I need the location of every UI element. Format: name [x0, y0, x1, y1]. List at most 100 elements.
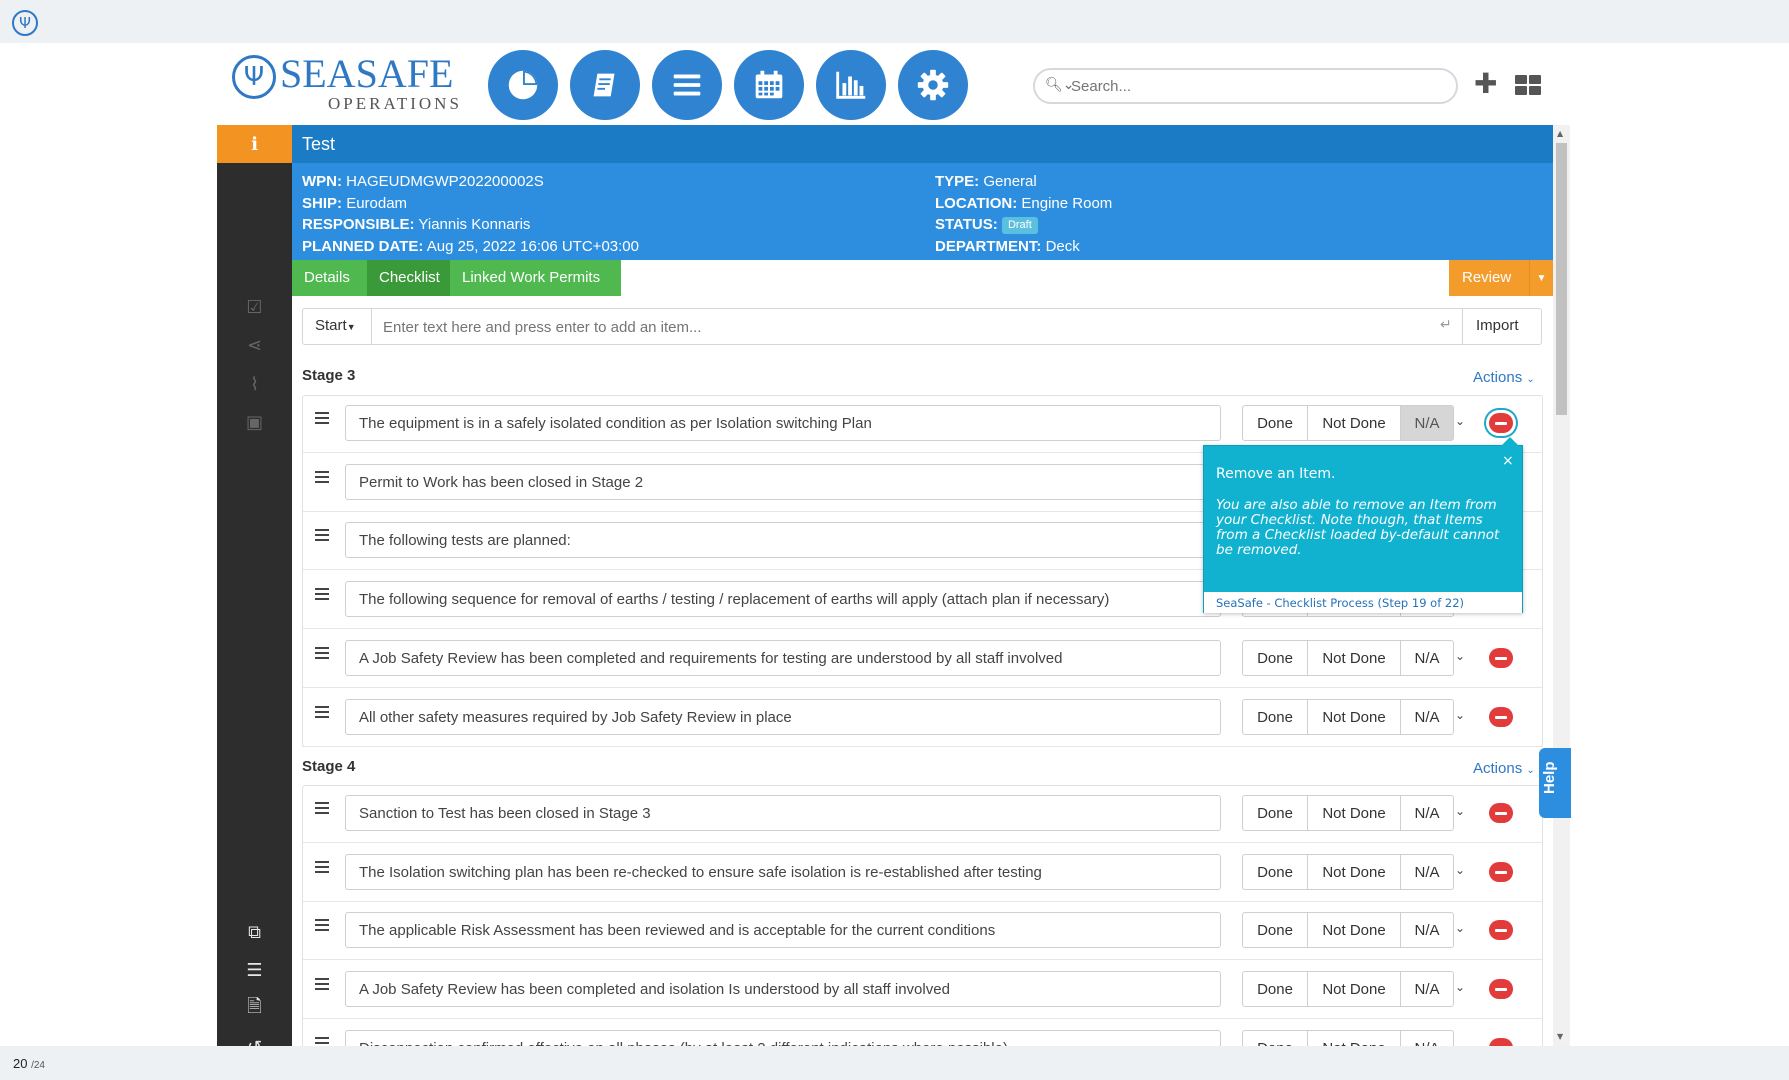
tab-details[interactable]: Details [292, 260, 367, 296]
done-button[interactable]: Done [1242, 698, 1308, 735]
search-box[interactable]: 🔍︎⌄ [1033, 68, 1458, 104]
drag-handle-icon[interactable] [315, 412, 329, 426]
stage-actions-dropdown[interactable]: Actions ⌄ [1473, 369, 1535, 386]
chevron-down-icon[interactable]: ⌄ [1455, 863, 1465, 877]
checklist-item-text[interactable]: The following sequence for removal of ea… [345, 581, 1221, 618]
add-button[interactable]: ✚ [1474, 70, 1497, 98]
checklist-item-text[interactable]: The equipment is in a safely isolated co… [345, 405, 1221, 441]
done-button[interactable]: Done [1242, 1029, 1308, 1046]
calendar-check-icon[interactable]: ▣ [217, 403, 292, 441]
not-done-button[interactable]: Not Done [1307, 912, 1401, 949]
remove-item-icon[interactable] [1489, 803, 1513, 823]
not-done-button[interactable]: Not Done [1307, 1029, 1401, 1046]
nav-dashboard-button[interactable] [488, 50, 558, 120]
drag-handle-icon[interactable] [315, 646, 329, 661]
checklist-item-text[interactable]: The Isolation switching plan has been re… [345, 853, 1221, 890]
drag-handle-icon[interactable] [315, 978, 329, 992]
checklist-item-text[interactable]: All other safety measures required by Jo… [345, 698, 1221, 735]
na-button[interactable]: N/A [1400, 971, 1454, 1008]
paperclip-icon[interactable]: ⌇ [217, 365, 292, 403]
not-done-button[interactable]: Not Done [1307, 698, 1401, 735]
review-button[interactable]: Review [1462, 269, 1511, 286]
checklist-item-text[interactable]: A Job Safety Review has been completed a… [345, 639, 1221, 676]
done-button[interactable]: Done [1242, 853, 1308, 890]
chevron-down-icon[interactable]: ⌄ [1455, 649, 1465, 663]
drag-handle-icon[interactable] [315, 1036, 329, 1046]
done-button[interactable]: Done [1242, 405, 1308, 441]
nav-settings-button[interactable] [898, 50, 968, 120]
not-done-button[interactable]: Not Done [1307, 971, 1401, 1008]
done-button[interactable]: Done [1242, 971, 1308, 1008]
nav-logbook-button[interactable] [570, 50, 640, 120]
not-done-button[interactable]: Not Done [1307, 639, 1401, 676]
check-square-icon[interactable]: ☑ [217, 288, 292, 326]
drag-handle-icon[interactable] [315, 705, 329, 720]
done-button[interactable]: Done [1242, 795, 1308, 831]
tab-checklist[interactable]: Checklist [367, 260, 450, 296]
info-icon[interactable]: ℹ [217, 125, 292, 163]
main-scrollbar[interactable]: ▲ ▼ [1553, 125, 1570, 1046]
na-button[interactable]: N/A [1400, 1029, 1454, 1046]
tab-linked-work-permits[interactable]: Linked Work Permits [450, 260, 621, 296]
remove-item-icon[interactable] [1489, 861, 1513, 882]
checklist-item-text[interactable]: The applicable Risk Assessment has been … [345, 912, 1221, 949]
chevron-down-icon[interactable]: ⌄ [1455, 921, 1465, 935]
na-button[interactable]: N/A [1400, 795, 1454, 831]
nav-calendar-button[interactable] [734, 50, 804, 120]
checklist-item-text[interactable]: The following tests are planned: [345, 522, 1221, 559]
caret-down-icon[interactable]: ▼ [1529, 260, 1553, 296]
drag-handle-icon[interactable] [315, 588, 329, 602]
nav-reports-button[interactable] [816, 50, 886, 120]
import-button[interactable]: Import [1462, 309, 1541, 344]
drag-handle-icon[interactable] [315, 802, 329, 816]
chevron-down-icon[interactable]: ⌄ [1455, 414, 1465, 428]
close-icon[interactable]: × [1502, 453, 1514, 469]
na-button[interactable]: N/A [1400, 912, 1454, 949]
drag-handle-icon[interactable] [315, 529, 329, 543]
tour-step-footer[interactable]: SeaSafe - Checklist Process (Step 19 of … [1204, 592, 1522, 613]
share-icon[interactable]: ⋖ [217, 326, 292, 364]
remove-item-icon[interactable] [1489, 979, 1513, 1000]
start-dropdown[interactable]: Start▼ [303, 309, 372, 344]
search-input[interactable] [1071, 75, 1441, 97]
remove-item-icon[interactable] [1489, 413, 1513, 433]
remove-item-icon[interactable] [1489, 920, 1513, 941]
scroll-up-icon[interactable]: ▲ [1557, 129, 1563, 138]
document-icon[interactable]: 🗎︎ [217, 990, 292, 1028]
checklist-item-text[interactable]: Sanction to Test has been closed in Stag… [345, 795, 1221, 831]
copy-icon[interactable]: ⧉ [217, 913, 292, 951]
remove-item-icon[interactable] [1489, 1037, 1513, 1046]
scrollbar-thumb[interactable] [1556, 143, 1567, 415]
not-done-button[interactable]: Not Done [1307, 853, 1401, 890]
done-button[interactable]: Done [1242, 639, 1308, 676]
checklist-item-text[interactable]: Disconnection confirmed effective on all… [345, 1029, 1221, 1046]
grid-view-icon[interactable] [1515, 75, 1541, 95]
brand-logo[interactable]: Ψ SEASAFE OPERATIONS [232, 52, 464, 113]
chevron-down-icon[interactable]: ⌄ [1455, 1039, 1465, 1046]
drag-handle-icon[interactable] [315, 860, 329, 875]
drag-handle-icon[interactable] [315, 470, 329, 485]
not-done-button[interactable]: Not Done [1307, 405, 1401, 441]
na-button[interactable]: N/A [1400, 405, 1454, 441]
nav-menu-button[interactable] [652, 50, 722, 120]
na-button[interactable]: N/A [1400, 639, 1454, 676]
checklist-item-text[interactable]: Permit to Work has been closed in Stage … [345, 463, 1221, 500]
not-done-button[interactable]: Not Done [1307, 795, 1401, 831]
scroll-down-icon[interactable]: ▼ [1557, 1032, 1563, 1041]
remove-item-icon[interactable] [1489, 706, 1513, 727]
na-button[interactable]: N/A [1400, 853, 1454, 890]
na-button[interactable]: N/A [1400, 698, 1454, 735]
chevron-down-icon[interactable]: ⌄ [1455, 708, 1465, 722]
checklist-item-text[interactable]: A Job Safety Review has been completed a… [345, 971, 1221, 1008]
help-tab[interactable]: Help [1539, 748, 1571, 818]
tour-title: Remove an Item. [1216, 466, 1336, 482]
done-button[interactable]: Done [1242, 912, 1308, 949]
list-table-icon[interactable]: ☰ [217, 951, 292, 989]
chevron-down-icon[interactable]: ⌄ [1455, 804, 1465, 818]
add-item-input[interactable] [383, 316, 1383, 338]
drag-handle-icon[interactable] [315, 919, 329, 933]
trident-logo-icon[interactable]: Ψ [12, 10, 38, 36]
remove-item-icon[interactable] [1489, 647, 1513, 668]
stage-actions-dropdown[interactable]: Actions ⌄ [1473, 760, 1535, 777]
chevron-down-icon[interactable]: ⌄ [1455, 980, 1465, 994]
